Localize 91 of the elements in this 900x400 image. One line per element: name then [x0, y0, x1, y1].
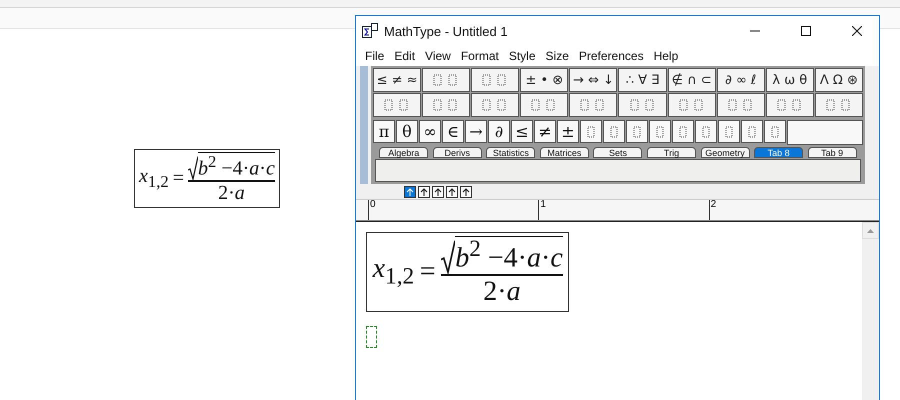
template-icon	[723, 124, 735, 138]
maximize-icon	[800, 26, 810, 36]
symbol-palette-button[interactable]: ± • ⊗	[520, 68, 568, 92]
template-button[interactable]	[603, 120, 625, 143]
window-title: MathType - Untitled 1	[384, 24, 509, 38]
palette-tab[interactable]: Matrices	[540, 147, 589, 158]
palette-tab[interactable]: Sets	[593, 147, 642, 158]
template-button[interactable]	[649, 120, 671, 143]
template-palette-button[interactable]	[520, 93, 568, 117]
menu-item[interactable]: Preferences	[574, 49, 649, 63]
template-palette-button[interactable]	[471, 68, 520, 92]
nudge-button[interactable]	[432, 186, 444, 198]
symbol-button[interactable]: θ	[396, 120, 418, 143]
nudge-button[interactable]	[418, 186, 430, 198]
up-arrow-icon	[462, 188, 470, 196]
palette-tab[interactable]: Tab 9	[808, 147, 857, 158]
template-icon	[654, 124, 666, 138]
menu-item[interactable]: View	[420, 49, 456, 63]
symbol-button[interactable]: ≠	[534, 120, 556, 143]
menu-item[interactable]: Help	[648, 49, 684, 63]
symbol-button[interactable]: ∈	[442, 120, 464, 143]
up-arrow-icon	[448, 188, 456, 196]
template-icon	[700, 124, 712, 138]
up-arrow-icon	[434, 188, 442, 196]
up-triangle-icon	[867, 228, 874, 232]
template-palette-button[interactable]	[569, 93, 618, 117]
radical-sign-icon	[441, 240, 456, 274]
symbol-palette-button[interactable]: ≤ ≠ ≈	[373, 68, 422, 92]
template-icon	[769, 124, 781, 138]
template-button[interactable]	[741, 120, 763, 143]
ruler-label: 1	[539, 200, 546, 212]
template-icon	[677, 124, 689, 138]
palette-tab[interactable]: Tab 8	[754, 147, 804, 158]
equation-lhs: x$_{1,2}$	[139, 164, 169, 192]
app-icon	[362, 23, 378, 39]
symbol-button[interactable]: ±	[557, 120, 579, 143]
symbol-palette-button[interactable]: ∴ ∀ ∃	[618, 68, 667, 92]
template-palette-button[interactable]	[422, 93, 470, 117]
palette-tab[interactable]: Algebra	[379, 147, 428, 158]
menu-item[interactable]: File	[360, 49, 390, 63]
radical-sign-icon	[188, 156, 198, 180]
template-palette-button[interactable]	[766, 93, 814, 117]
symbol-palette-button[interactable]: → ⇔ ↓	[569, 68, 618, 92]
symbol-palette-button[interactable]: λ ω θ	[766, 68, 814, 92]
equals-sign: =	[172, 166, 184, 190]
nudge-button[interactable]	[404, 186, 416, 198]
symbol-button[interactable]: ∞	[419, 120, 441, 143]
equation-lhs: x$_{1,2}$	[372, 253, 414, 291]
template-palette-button[interactable]	[422, 68, 470, 92]
template-icon	[631, 124, 643, 138]
menu-item[interactable]: Style	[504, 49, 541, 63]
template-palette-button[interactable]	[373, 93, 422, 117]
equals-sign: =	[420, 256, 436, 288]
template-button[interactable]	[695, 120, 717, 143]
template-button[interactable]	[672, 120, 694, 143]
menu-item[interactable]: Size	[540, 49, 574, 63]
palette-tab[interactable]: Geometry	[700, 147, 750, 158]
template-palette-button[interactable]	[668, 93, 716, 117]
palette-tab[interactable]: Trig	[647, 147, 696, 158]
nudge-button[interactable]	[446, 186, 458, 198]
palette-tab[interactable]: Derivs	[432, 147, 482, 158]
template-palette-button[interactable]	[618, 93, 667, 117]
symbol-palette-button[interactable]: ∂ ∞ ℓ	[716, 68, 765, 92]
symbol-palette-button[interactable]: Λ Ω ⊛	[814, 68, 863, 92]
template-icon	[608, 124, 620, 138]
up-arrow-icon	[406, 188, 414, 196]
denominator: 2·a	[483, 276, 521, 308]
template-palette-button[interactable]	[716, 93, 765, 117]
template-button[interactable]	[626, 120, 648, 143]
ruler-label: 0	[369, 200, 376, 212]
menu-item[interactable]: Format	[456, 49, 504, 63]
ruler-label: 2	[710, 200, 716, 212]
template-icon	[585, 124, 597, 138]
template-palette-button[interactable]	[814, 93, 863, 117]
up-arrow-icon	[420, 188, 428, 196]
nudge-button[interactable]	[460, 186, 472, 198]
denominator: 2·a	[218, 182, 245, 205]
template-icon	[746, 124, 758, 138]
symbol-button[interactable]: π	[373, 120, 395, 143]
palette-tab[interactable]: Statistics	[486, 147, 536, 158]
symbol-button[interactable]: ≤	[511, 120, 533, 143]
close-icon	[852, 26, 862, 36]
template-palette-button[interactable]	[471, 93, 520, 117]
template-button[interactable]	[764, 120, 786, 143]
template-button[interactable]	[718, 120, 740, 143]
template-button[interactable]	[580, 120, 602, 143]
symbol-palette-button[interactable]: ∉ ∩ ⊂	[668, 68, 716, 92]
symbol-button[interactable]: ∂	[488, 120, 510, 143]
menu-item[interactable]: Edit	[389, 49, 420, 63]
symbol-button[interactable]: →	[465, 120, 487, 143]
insertion-slot	[366, 326, 377, 348]
